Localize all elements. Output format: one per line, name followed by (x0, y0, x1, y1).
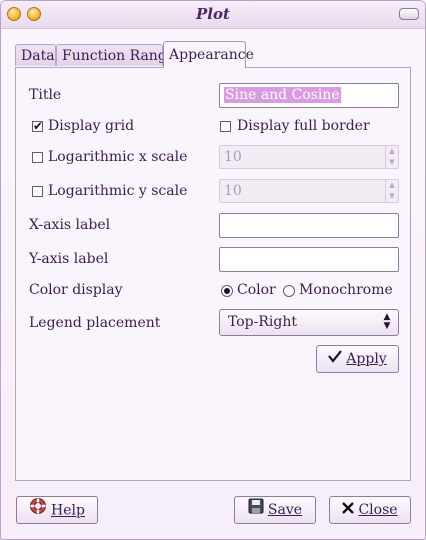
legend-placement-label: Legend placement (29, 315, 161, 331)
log-x-base-value: 10 (224, 149, 242, 165)
color-radio-label[interactable]: Color (237, 282, 276, 298)
title-label: Title (29, 87, 62, 103)
y-axis-label-input[interactable] (219, 247, 399, 272)
check-icon (328, 346, 343, 372)
close-button-label: Close (358, 502, 398, 518)
display-grid-label[interactable]: Display grid (48, 118, 134, 134)
apply-button-label: Apply (346, 351, 387, 367)
lifebuoy-icon (29, 497, 47, 524)
x-axis-label-input[interactable] (219, 213, 399, 238)
tab-appearance[interactable]: Appearance (163, 41, 254, 68)
spinner-arrows-icon[interactable]: ▲ ▼ (385, 146, 398, 168)
log-y-base-spinner[interactable]: 10 ▲ ▼ (219, 179, 399, 203)
title-input-value: Sine and Cosine (224, 87, 341, 103)
color-radio[interactable] (221, 285, 233, 297)
close-button[interactable]: Close (329, 496, 411, 524)
display-full-border-checkbox[interactable] (220, 121, 231, 132)
save-button[interactable]: Save (234, 496, 316, 524)
spinner-arrows-icon[interactable]: ▲ ▼ (385, 180, 398, 202)
window-title: Plot (196, 5, 230, 23)
display-full-border-label[interactable]: Display full border (237, 118, 370, 134)
floppy-disk-icon (248, 497, 264, 523)
help-button[interactable]: Help (16, 496, 98, 524)
checkmark-icon: ✔ (33, 119, 44, 133)
tab-data[interactable]: Data (15, 44, 56, 66)
legend-placement-value: Top-Right (228, 314, 297, 330)
log-y-label[interactable]: Logarithmic y scale (48, 183, 187, 199)
monochrome-radio-label[interactable]: Monochrome (299, 282, 393, 298)
tab-function-range[interactable]: Function Range (56, 44, 175, 66)
updown-arrows-icon: ▲ ▼ (383, 312, 391, 331)
x-axis-label-label: X-axis label (29, 217, 111, 233)
appearance-panel: Title Sine and Cosine ✔ Display grid Dis… (15, 67, 411, 481)
title-bar: Plot (1, 1, 425, 29)
x-icon (342, 497, 355, 523)
save-button-label: Save (267, 502, 303, 518)
log-x-checkbox[interactable] (32, 152, 43, 163)
log-x-base-spinner[interactable]: 10 ▲ ▼ (219, 145, 399, 169)
log-y-checkbox[interactable] (32, 186, 43, 197)
color-display-label: Color display (29, 282, 123, 298)
monochrome-radio[interactable] (283, 285, 295, 297)
apply-button[interactable]: Apply (316, 345, 399, 373)
log-x-label[interactable]: Logarithmic x scale (48, 149, 187, 165)
display-grid-checkbox[interactable]: ✔ (32, 119, 44, 133)
legend-placement-dropdown[interactable]: Top-Right ▲ ▼ (219, 309, 399, 336)
title-input[interactable]: Sine and Cosine (219, 83, 399, 108)
plot-window: Plot Data Function Range Appearance Titl… (0, 0, 426, 540)
log-y-base-value: 10 (224, 183, 242, 199)
help-button-label: Help (51, 502, 85, 519)
y-axis-label-label: Y-axis label (29, 251, 109, 267)
maximize-window-icon[interactable] (399, 8, 419, 20)
